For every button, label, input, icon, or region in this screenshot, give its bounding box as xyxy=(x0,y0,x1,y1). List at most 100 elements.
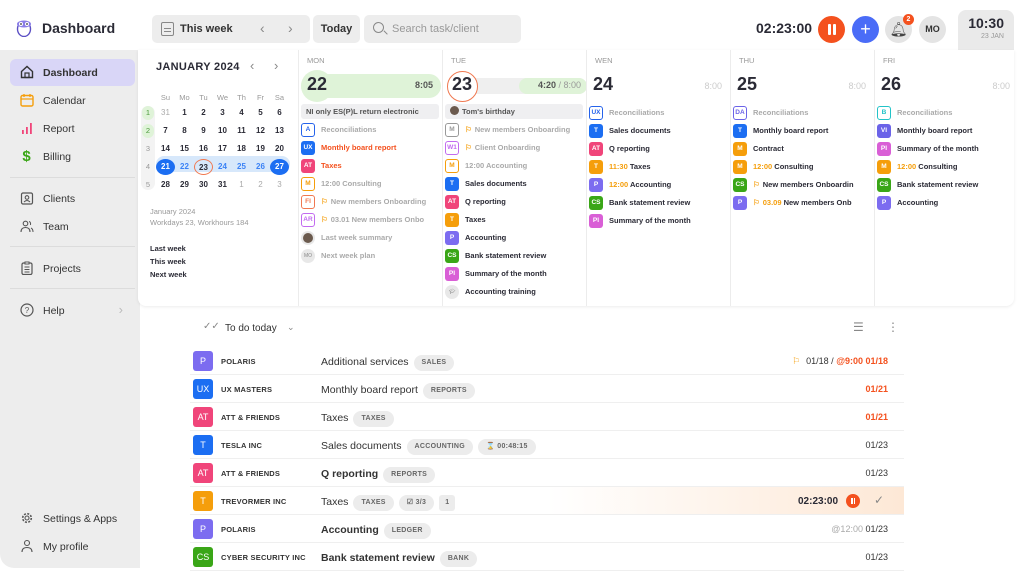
mini-calendar-day[interactable]: 2 xyxy=(194,105,213,121)
task-tag[interactable]: ACCOUNTING xyxy=(406,439,473,455)
calendar-event[interactable]: VI Monthly board report xyxy=(877,123,1017,139)
todo-row[interactable]: T TREVORMER INC Taxes TAXES ☑ 3/3 1 02:23:0… xyxy=(190,487,904,515)
client-name[interactable]: ATT & FRIENDS xyxy=(221,413,280,422)
day-number[interactable]: 22 xyxy=(307,74,327,95)
week-number[interactable]: 5 xyxy=(142,178,154,192)
mini-calendar-day[interactable]: 31 xyxy=(156,105,175,121)
sidebar-item-team[interactable]: Team xyxy=(10,213,135,240)
task-title[interactable]: Bank statement review BANK xyxy=(321,551,478,567)
mini-calendar-day[interactable]: 16 xyxy=(194,141,213,157)
task-tag[interactable]: SALES xyxy=(413,355,455,371)
sidebar-item-help[interactable]: ? Help › xyxy=(10,297,135,324)
mini-calendar-day[interactable]: 6 xyxy=(270,105,289,121)
client-name[interactable]: POLARIS xyxy=(221,357,256,366)
todo-row[interactable]: UX UX MASTERS Monthly board report REPORT… xyxy=(190,375,904,403)
week-number[interactable]: 1 xyxy=(142,106,154,120)
comment-count[interactable]: 1 xyxy=(439,495,456,511)
mini-calendar-day[interactable]: 26 xyxy=(251,159,270,175)
sidebar-item-report[interactable]: Report xyxy=(10,115,135,142)
calendar-event[interactable]: P Accounting xyxy=(877,195,1017,211)
task-title[interactable]: Taxes TAXES ☑ 3/3 1 xyxy=(321,495,456,511)
calendar-event[interactable]: Last week summary xyxy=(301,230,441,246)
calendar-event[interactable]: T 11:30 Taxes xyxy=(589,159,729,175)
calendar-event[interactable]: M 12:00 Consulting xyxy=(877,159,1017,175)
mini-calendar-day[interactable]: 29 xyxy=(175,177,194,193)
client-name[interactable]: POLARIS xyxy=(221,525,256,534)
mini-calendar-day[interactable]: 8 xyxy=(175,123,194,139)
pause-task-button[interactable] xyxy=(846,494,860,508)
client-name[interactable]: UX MASTERS xyxy=(221,385,272,394)
calendar-event[interactable]: DA Reconciliations xyxy=(733,105,873,121)
sidebar-item-my-profile[interactable]: My profile xyxy=(10,533,135,560)
task-tag[interactable]: ⌛ 00:48:15 xyxy=(478,439,536,455)
quick-link-last-week[interactable]: Last week xyxy=(150,244,186,253)
calendar-event[interactable]: AT Q reporting xyxy=(445,194,585,210)
mini-calendar-day[interactable]: 10 xyxy=(213,123,232,139)
sidebar-item-settings[interactable]: Settings & Apps xyxy=(10,505,135,532)
calendar-event[interactable]: FI ⚐ New members Onboarding xyxy=(301,194,441,210)
calendar-event[interactable]: PI Summary of the month xyxy=(445,266,585,282)
sidebar-item-calendar[interactable]: Calendar xyxy=(10,87,135,114)
mini-calendar-day[interactable]: 4 xyxy=(232,105,251,121)
today-button[interactable]: Today xyxy=(313,15,360,43)
task-tag[interactable]: REPORTS xyxy=(422,383,475,399)
search-input[interactable] xyxy=(392,21,516,37)
mini-calendar-day[interactable]: 17 xyxy=(213,141,232,157)
calendar-event[interactable]: M ⚐ New members Onboarding xyxy=(445,122,585,138)
calendar-event[interactable]: AR ⚐ 03.01 New members Onbo xyxy=(301,212,441,228)
week-number[interactable]: 2 xyxy=(142,124,154,138)
previous-week-chevron-icon[interactable]: ‹ xyxy=(260,20,265,36)
calendar-event[interactable]: T Sales documents xyxy=(589,123,729,139)
previous-month-chevron-icon[interactable]: ‹ xyxy=(250,58,254,73)
search-box[interactable] xyxy=(364,15,521,43)
mini-calendar-day[interactable]: 7 xyxy=(156,123,175,139)
calendar-event[interactable]: W1 ⚐ Client Onboarding xyxy=(445,140,585,156)
client-name[interactable]: CYBER SECURITY INC xyxy=(221,553,306,562)
complete-check-icon[interactable]: ✓ xyxy=(874,493,884,507)
day-number[interactable]: 25 xyxy=(737,74,757,95)
mini-calendar-day[interactable]: 18 xyxy=(232,141,251,157)
task-title[interactable]: Q reporting REPORTS xyxy=(321,467,436,483)
todo-row[interactable]: P POLARIS Additional services SALES ⚐ 01/1… xyxy=(190,347,904,375)
mini-calendar-day[interactable]: 24 xyxy=(213,159,232,175)
next-week-chevron-icon[interactable]: › xyxy=(288,20,293,36)
chevron-down-icon[interactable]: ⌄ xyxy=(287,322,295,333)
calendar-event[interactable]: M 12:00 Accounting xyxy=(445,158,585,174)
calendar-event[interactable]: T Taxes xyxy=(445,212,585,228)
calendar-event[interactable]: T Monthly board report xyxy=(733,123,873,139)
all-day-banner[interactable]: NI only ES(P)L return electronic xyxy=(301,104,439,119)
client-name[interactable]: ATT & FRIENDS xyxy=(221,469,280,478)
mini-calendar-day[interactable]: 2 xyxy=(251,177,270,193)
sidebar-item-billing[interactable]: $ Billing xyxy=(10,143,135,170)
task-title[interactable]: Monthly board report REPORTS xyxy=(321,383,475,399)
sidebar-item-clients[interactable]: Clients xyxy=(10,185,135,212)
todo-row[interactable]: CS CYBER SECURITY INC Bank statement rev… xyxy=(190,543,904,571)
task-title[interactable]: Sales documents ACCOUNTING ⌛ 00:48:15 xyxy=(321,439,536,455)
task-tag[interactable]: LEDGER xyxy=(383,523,431,539)
mini-calendar-day[interactable]: 20 xyxy=(270,141,289,157)
todo-row[interactable]: AT ATT & FRIENDS Taxes TAXES 01/21 xyxy=(190,403,904,431)
mini-calendar-day[interactable]: 11 xyxy=(232,123,251,139)
client-name[interactable]: TESLA INC xyxy=(221,441,262,450)
calendar-event[interactable]: A Reconciliations xyxy=(301,122,441,138)
mini-calendar-day[interactable]: 27 xyxy=(270,159,289,175)
task-tag[interactable]: ☑ 3/3 xyxy=(398,495,435,511)
mini-calendar-day[interactable]: 3 xyxy=(270,177,289,193)
calendar-event[interactable]: M 12:00 Consulting xyxy=(733,159,873,175)
calendar-event[interactable]: CS Bank statement review xyxy=(877,177,1017,193)
calendar-event[interactable]: CS Bank statement review xyxy=(445,248,585,264)
todo-row[interactable]: AT ATT & FRIENDS Q reporting REPORTS 01/2… xyxy=(190,459,904,487)
mini-calendar-day[interactable]: 31 xyxy=(213,177,232,193)
calendar-event[interactable]: T Sales documents xyxy=(445,176,585,192)
calendar-event[interactable]: UX Monthly board report xyxy=(301,140,441,156)
mini-calendar-day[interactable]: 23 xyxy=(194,159,213,175)
mini-calendar-day[interactable]: 15 xyxy=(175,141,194,157)
task-tag[interactable]: TAXES xyxy=(353,411,394,427)
all-day-banner[interactable]: Tom's birthday xyxy=(445,104,583,119)
task-title[interactable]: Additional services SALES xyxy=(321,355,455,371)
day-number[interactable]: 26 xyxy=(881,74,901,95)
calendar-event[interactable]: AT Taxes xyxy=(301,158,441,174)
calendar-event[interactable]: PI Summary of the month xyxy=(589,213,729,229)
calendar-event[interactable]: 🎓︎ Accounting training xyxy=(445,284,585,300)
todo-row[interactable]: P POLARIS Accounting LEDGER @12:00 01/23 xyxy=(190,515,904,543)
